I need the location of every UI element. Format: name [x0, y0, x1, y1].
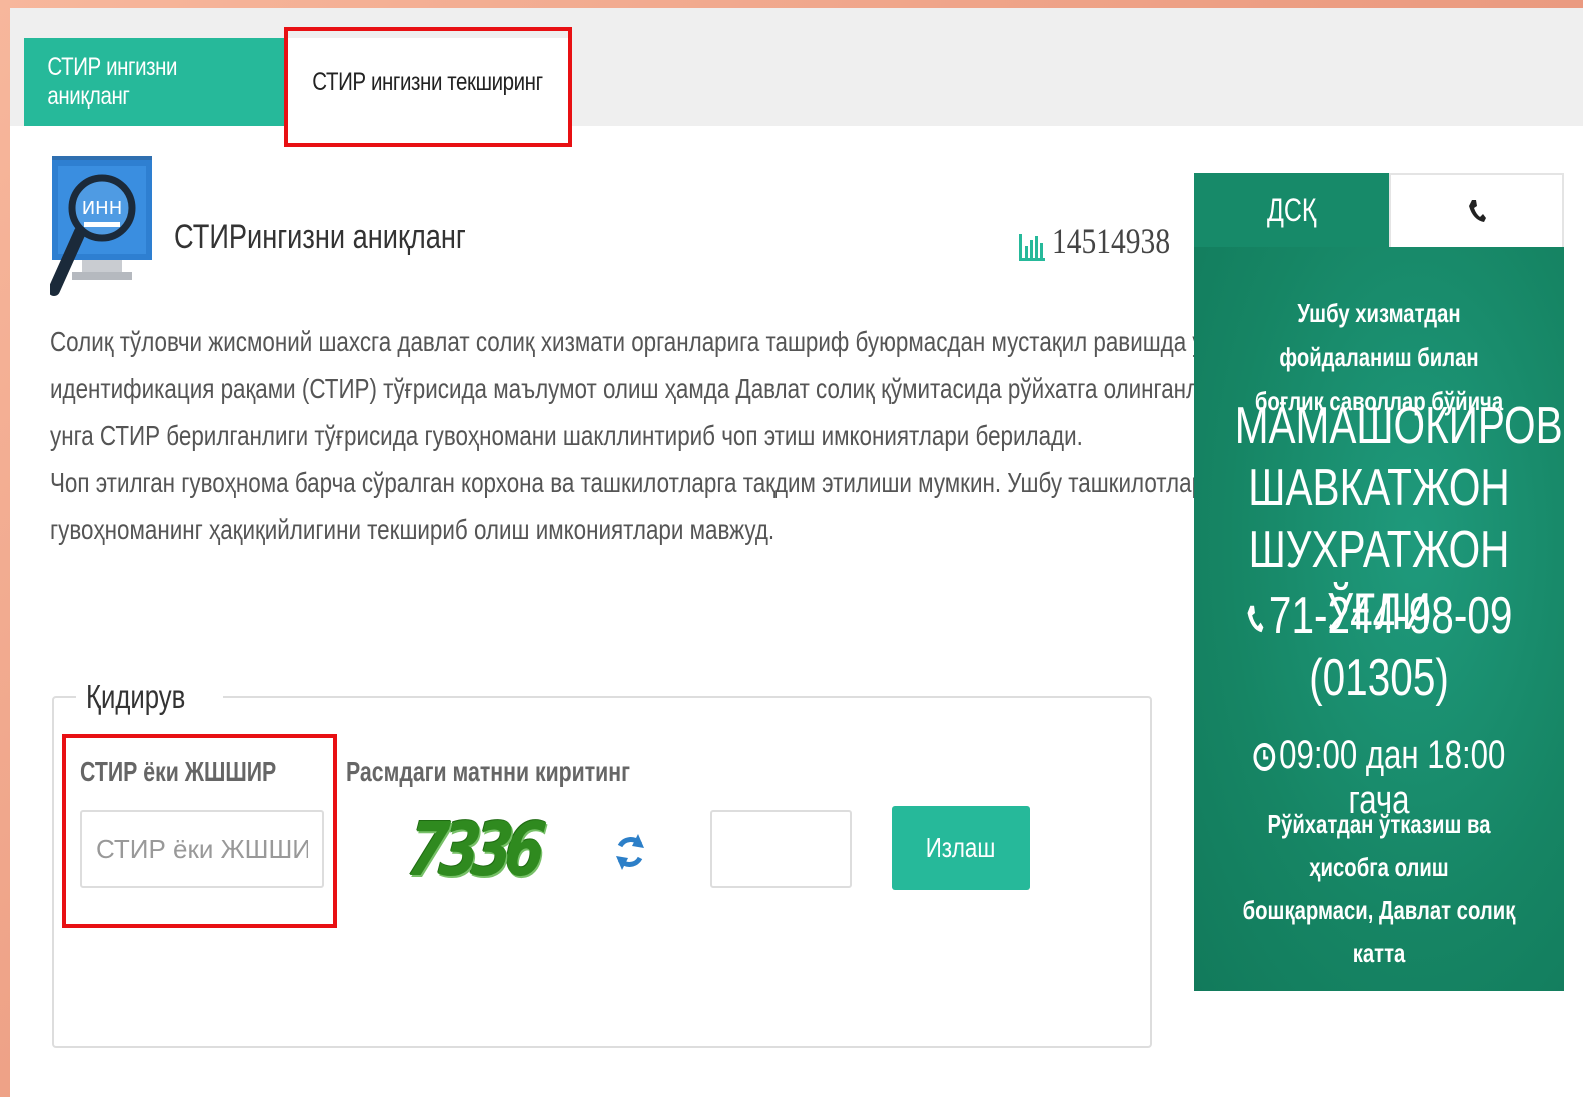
captcha-label: Расмдаги матнни киритинг — [346, 756, 630, 787]
department-line: бошқармаси, Давлат солиқ катта — [1242, 895, 1516, 968]
tab-check-inn[interactable]: СТИР ингизни текширинг — [284, 38, 571, 126]
description-line: идентификация рақами (СТИР) тўғрисида ма… — [50, 373, 1263, 404]
description-line: гувоҳноманинг ҳақиқийлигини текшириб оли… — [50, 514, 775, 545]
tab-bar: СТИР ингизни аниқланг СТИР ингизни текши… — [10, 8, 1583, 147]
view-counter: 14514938 — [1018, 220, 1196, 262]
contact-phone: 71-244-98-09 (01305) — [1194, 585, 1564, 709]
panel-tab-phone[interactable] — [1389, 173, 1564, 247]
clock-icon — [1253, 743, 1276, 772]
contact-phone-ext: (01305) — [1309, 649, 1449, 707]
captcha-image: 7336 — [403, 807, 558, 893]
service-title: СТИРингизни аниқланг — [174, 218, 466, 256]
contact-name-line: ШАВКАТЖОН — [1248, 459, 1510, 517]
phone-icon — [1468, 200, 1486, 222]
inn-icon-label: ИНН — [82, 198, 123, 219]
tab-find-inn[interactable]: СТИР ингизни аниқланг — [24, 38, 284, 126]
search-legend: Қидирув — [76, 678, 223, 716]
bar-chart-icon — [1019, 234, 1045, 261]
inn-search-icon: ИНН — [50, 156, 152, 296]
contact-phone-line: 71-244-98-09 — [1235, 585, 1524, 647]
inn-field-label: СТИР ёки ЖШШИР — [80, 756, 277, 787]
search-button-label: Излаш — [926, 832, 996, 863]
search-legend-text: Қидирув — [86, 678, 186, 715]
page-frame: СТИР ингизни аниқланг СТИР ингизни текши… — [10, 8, 1583, 1097]
search-button[interactable]: Излаш — [892, 806, 1030, 890]
tab-find-inn-label: СТИР ингизни аниқланг — [47, 53, 178, 110]
department-line: Рўйхатдан ўтказиш ва ҳисобга олиш — [1267, 809, 1491, 882]
description-line: унга СТИР берилганлиги тўғрисида гувоҳно… — [50, 420, 1083, 451]
panel-tabs: ДСҚ — [1194, 173, 1564, 247]
contact-phone-number: 71-244-98-09 — [1268, 587, 1513, 645]
contact-panel: ДСҚ Ушбу хизматдан фойдаланиш билан боғл… — [1194, 173, 1564, 1011]
panel-tab-dsk[interactable]: ДСҚ — [1194, 173, 1389, 247]
department-line: инспектори — [1320, 981, 1438, 1011]
tab-check-inn-label: СТИР ингизни текширинг — [312, 67, 543, 96]
department-info: Рўйхатдан ўтказиш ва ҳисобга олиш бошқар… — [1194, 803, 1564, 1018]
captcha-input[interactable] — [710, 810, 852, 888]
refresh-icon[interactable] — [614, 832, 646, 872]
captcha-text: 7336 — [403, 807, 543, 893]
inn-input[interactable] — [80, 810, 324, 888]
panel-tab-dsk-label: ДСҚ — [1266, 191, 1317, 228]
description-line: Солиқ тўловчи жисмоний шахсга давлат сол… — [50, 326, 1214, 357]
contact-name-line: МАМАШОКИРОВ — [1234, 397, 1563, 455]
phone-icon — [1247, 606, 1264, 633]
panel-intro-line: Ушбу хизматдан фойдаланиш билан — [1279, 298, 1479, 372]
counter-value: 14514938 — [1052, 221, 1171, 261]
service-description: Солиқ тўловчи жисмоний шахсга давлат сол… — [50, 318, 1263, 553]
description-line: Чоп этилган гувоҳнома барча сўралган кор… — [50, 467, 1205, 498]
